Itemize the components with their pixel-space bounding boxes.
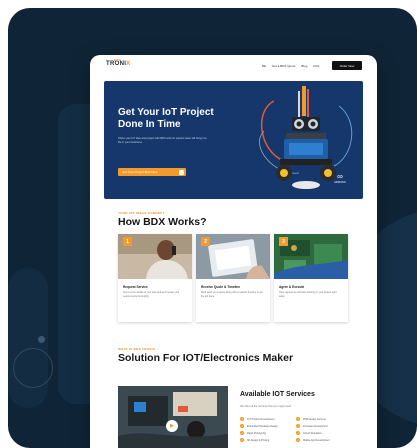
service-item: ✓ IOT Product Development [240, 417, 275, 421]
hero-description: Share your IoT idea and project with BDX… [118, 137, 207, 144]
service-label: Circuit Simulation [303, 431, 322, 435]
step-number: 1 [123, 237, 132, 246]
decorative-dot [38, 336, 45, 343]
check-icon: ✓ [240, 438, 244, 442]
how-eyebrow: YOUR IOT IDEAS CONNECT [118, 211, 165, 215]
hero-cta-label: Get Your Project Built Now [122, 170, 158, 174]
arduino-infinity-icon: ∞ [337, 172, 343, 181]
video-thumbnail[interactable]: ▶ [118, 386, 228, 448]
arduino-label: ARDUINO [334, 181, 346, 184]
service-label: Mobile App Development [303, 438, 330, 442]
service-item: ✓ Mobile App Development [296, 438, 330, 442]
logo-x: X [126, 61, 131, 67]
hero-title: Get Your IoT Project Done In Time [118, 107, 214, 130]
service-item: ✓ Firmware Development [296, 424, 328, 428]
top-navigation: TRONIX BDX BE Get a BDX Quote Blog FAQ O… [90, 55, 377, 79]
service-item: ✓ 3D Design & Printing [240, 438, 269, 442]
decorative-ring [13, 348, 53, 388]
service-item: ✓ PCB Design Services [296, 417, 326, 421]
step-description: We'll send you a quote along with a real… [201, 291, 263, 298]
step-card[interactable]: 1 Request Service Send us the details of… [118, 234, 192, 322]
nav-link-quote[interactable]: Get a BDX Quote [272, 64, 295, 68]
check-icon: ✓ [240, 431, 244, 435]
step-description: Once agreed we will start working on you… [279, 291, 337, 298]
step-description: Send us the details of your idea and we'… [123, 291, 180, 298]
check-icon: ✓ [296, 431, 300, 435]
step-title: Request Service [123, 285, 148, 289]
nav-link-faq[interactable]: FAQ [313, 64, 319, 68]
how-steps: 1 Request Service Send us the details of… [118, 234, 349, 322]
website-preview: TRONIX BDX BE Get a BDX Quote Blog FAQ O… [90, 55, 377, 448]
service-label: IOT Product Development [247, 417, 275, 421]
step-title: Receive Quote & Timeline [201, 285, 241, 289]
service-item: ✓ Rapid Prototyping [240, 431, 266, 435]
nav-link-language[interactable]: BE [262, 64, 266, 68]
solution-eyebrow: WHAT IS BDX TRONIX [118, 347, 156, 351]
hero-banner: Get Your IoT Project Done In Time Share … [104, 81, 363, 199]
order-now-button[interactable]: Order Now [332, 61, 362, 70]
arduino-brand: ∞ ARDUINO [330, 172, 350, 185]
service-label: PCB Design Services [303, 417, 326, 421]
site-logo[interactable]: TRONIX BDX [106, 58, 131, 67]
arrow-right-icon: → [179, 169, 184, 175]
step-card[interactable]: 2 Receive Quote & Timeline We'll send yo… [196, 234, 270, 322]
how-title: How BDX Works? [118, 216, 207, 228]
nav-link-blog[interactable]: Blog [301, 64, 307, 68]
check-icon: ✓ [296, 424, 300, 428]
step-card[interactable]: 3 Agree & Execute Once agreed we will st… [274, 234, 348, 322]
service-item: ✓ Embedded Hardware Design [240, 424, 278, 428]
check-icon: ✓ [240, 417, 244, 421]
step-title: Agree & Execute [279, 285, 305, 289]
step-number: 3 [279, 237, 288, 246]
service-label: Rapid Prototyping [247, 431, 267, 435]
service-label: 3D Design & Printing [247, 438, 270, 442]
service-item: ✓ Circuit Simulation [296, 431, 322, 435]
electronics-kit-image [118, 386, 228, 448]
nav-links: BE Get a BDX Quote Blog FAQ [262, 64, 319, 68]
logo-superscript: BDX [114, 58, 122, 62]
service-label: Firmware Development [303, 424, 328, 428]
solution-title: Solution For IOT/Electronics Maker [118, 352, 294, 364]
hero-cta-button[interactable]: Get Your Project Built Now → [118, 168, 186, 176]
services-list: ✓ IOT Product Development ✓ PCB Design Ser… [240, 417, 360, 448]
play-icon[interactable]: ▶ [166, 420, 178, 432]
services-description: We offer all the services that you might… [240, 405, 292, 408]
check-icon: ✓ [296, 438, 300, 442]
check-icon: ✓ [296, 417, 300, 421]
service-label: Embedded Hardware Design [247, 424, 278, 428]
step-number: 2 [201, 237, 210, 246]
check-icon: ✓ [240, 424, 244, 428]
services-title: Available IOT Services [240, 391, 315, 398]
